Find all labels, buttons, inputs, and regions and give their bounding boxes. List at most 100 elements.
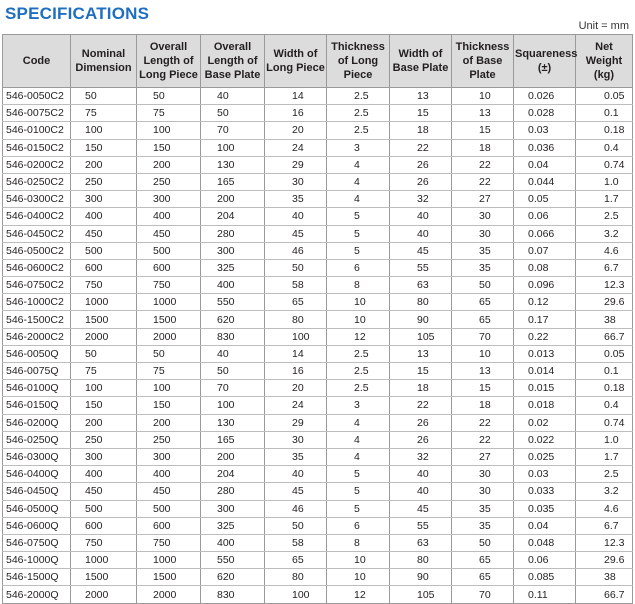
cell-overall-length-long-piece: 450 <box>136 482 201 501</box>
table-row: 546-0200C2 200 200 130 29 4 26 22 0.04 0.74 <box>2 156 633 174</box>
table-row: 546-0400C2 400 400 204 40 5 40 30 0.06 2.5 <box>2 207 633 226</box>
cell-thickness-base-plate: 10 <box>451 87 514 106</box>
cell-thickness-long-piece: 2.5 <box>326 379 390 398</box>
cell-width-base-plate: 13 <box>389 345 452 364</box>
cell-overall-length-base-plate: 325 <box>200 517 265 535</box>
cell-overall-length-base-plate: 550 <box>200 551 265 570</box>
cell-thickness-base-plate: 50 <box>451 534 514 553</box>
cell-overall-length-long-piece: 1000 <box>136 551 201 570</box>
cell-width-long-piece: 14 <box>264 87 327 106</box>
cell-overall-length-long-piece: 300 <box>136 190 201 209</box>
cell-squareness: 0.11 <box>513 585 576 604</box>
cell-width-base-plate: 40 <box>389 465 452 484</box>
cell-overall-length-base-plate: 200 <box>200 448 265 467</box>
cell-nominal-dimension: 500 <box>70 500 137 518</box>
table-row: 546-0450Q 450 450 280 45 5 40 30 0.033 3.2 <box>2 482 633 501</box>
cell-thickness-long-piece: 10 <box>326 310 390 329</box>
header-thickness-base-plate: Thickness of Base Plate <box>451 34 514 88</box>
cell-overall-length-base-plate: 40 <box>200 345 265 364</box>
cell-thickness-long-piece: 5 <box>326 225 390 243</box>
cell-overall-length-long-piece: 500 <box>136 500 201 518</box>
cell-code: 546-0500C2 <box>2 242 71 260</box>
header-width-base-plate: Width of Base Plate <box>389 34 452 88</box>
cell-nominal-dimension: 50 <box>70 87 137 106</box>
table-row: 546-0600C2 600 600 325 50 6 55 35 0.08 6.7 <box>2 259 633 278</box>
cell-overall-length-base-plate: 830 <box>200 585 265 604</box>
cell-nominal-dimension: 150 <box>70 396 137 415</box>
cell-width-long-piece: 50 <box>264 259 327 278</box>
cell-width-long-piece: 35 <box>264 190 327 209</box>
cell-overall-length-base-plate: 280 <box>200 225 265 243</box>
table-row: 546-0250C2 250 250 165 30 4 26 22 0.044 1.0 <box>2 173 633 192</box>
cell-overall-length-long-piece: 750 <box>136 276 201 295</box>
cell-width-base-plate: 13 <box>389 87 452 106</box>
cell-code: 546-0075Q <box>2 362 71 381</box>
cell-thickness-long-piece: 2.5 <box>326 345 390 364</box>
cell-code: 546-0450Q <box>2 482 71 501</box>
cell-width-base-plate: 45 <box>389 500 452 518</box>
cell-net-weight: 1.0 <box>575 431 633 449</box>
cell-width-long-piece: 24 <box>264 139 327 157</box>
cell-width-base-plate: 22 <box>389 139 452 157</box>
cell-thickness-base-plate: 65 <box>451 310 514 329</box>
cell-overall-length-base-plate: 165 <box>200 431 265 449</box>
cell-width-long-piece: 65 <box>264 293 327 312</box>
cell-thickness-long-piece: 4 <box>326 448 390 467</box>
cell-nominal-dimension: 2000 <box>70 328 137 346</box>
cell-overall-length-long-piece: 250 <box>136 431 201 449</box>
cell-overall-length-base-plate: 300 <box>200 500 265 518</box>
cell-squareness: 0.085 <box>513 568 576 587</box>
cell-squareness: 0.02 <box>513 414 576 432</box>
cell-thickness-base-plate: 70 <box>451 328 514 346</box>
cell-overall-length-base-plate: 280 <box>200 482 265 501</box>
cell-width-base-plate: 55 <box>389 517 452 535</box>
cell-squareness: 0.17 <box>513 310 576 329</box>
cell-thickness-long-piece: 2.5 <box>326 121 390 140</box>
cell-thickness-long-piece: 6 <box>326 517 390 535</box>
cell-overall-length-base-plate: 204 <box>200 465 265 484</box>
cell-width-base-plate: 32 <box>389 448 452 467</box>
cell-net-weight: 0.4 <box>575 396 633 415</box>
cell-thickness-base-plate: 15 <box>451 379 514 398</box>
cell-overall-length-long-piece: 2000 <box>136 328 201 346</box>
cell-thickness-long-piece: 5 <box>326 500 390 518</box>
cell-net-weight: 2.5 <box>575 207 633 226</box>
cell-nominal-dimension: 500 <box>70 242 137 260</box>
cell-code: 546-2000Q <box>2 585 71 604</box>
table-row: 546-2000Q 2000 2000 830 100 12 105 70 0.11 66.7 <box>2 585 633 604</box>
cell-thickness-long-piece: 2.5 <box>326 87 390 106</box>
table-row: 546-0050Q 50 50 40 14 2.5 13 10 0.013 0.05 <box>2 345 633 364</box>
cell-overall-length-long-piece: 1000 <box>136 293 201 312</box>
cell-thickness-base-plate: 27 <box>451 190 514 209</box>
cell-code: 546-1500Q <box>2 568 71 587</box>
cell-thickness-long-piece: 10 <box>326 293 390 312</box>
cell-thickness-base-plate: 18 <box>451 396 514 415</box>
cell-width-base-plate: 26 <box>389 156 452 174</box>
cell-net-weight: 0.1 <box>575 104 633 123</box>
cell-code: 546-0050Q <box>2 345 71 364</box>
cell-width-base-plate: 18 <box>389 121 452 140</box>
table-header-row: Code Nominal Dimension Overall Length of… <box>2 34 633 88</box>
cell-nominal-dimension: 200 <box>70 156 137 174</box>
cell-thickness-base-plate: 27 <box>451 448 514 467</box>
cell-code: 546-0600C2 <box>2 259 71 278</box>
cell-width-base-plate: 40 <box>389 225 452 243</box>
cell-overall-length-base-plate: 130 <box>200 156 265 174</box>
cell-overall-length-base-plate: 100 <box>200 396 265 415</box>
cell-net-weight: 38 <box>575 310 633 329</box>
cell-net-weight: 1.7 <box>575 448 633 467</box>
cell-nominal-dimension: 1000 <box>70 293 137 312</box>
cell-overall-length-long-piece: 300 <box>136 448 201 467</box>
cell-squareness: 0.035 <box>513 500 576 518</box>
cell-nominal-dimension: 50 <box>70 345 137 364</box>
cell-overall-length-base-plate: 200 <box>200 190 265 209</box>
cell-overall-length-base-plate: 620 <box>200 310 265 329</box>
cell-thickness-base-plate: 22 <box>451 414 514 432</box>
cell-code: 546-0250Q <box>2 431 71 449</box>
cell-overall-length-long-piece: 50 <box>136 345 201 364</box>
cell-thickness-base-plate: 30 <box>451 482 514 501</box>
cell-width-base-plate: 55 <box>389 259 452 278</box>
cell-thickness-long-piece: 4 <box>326 414 390 432</box>
cell-net-weight: 4.6 <box>575 500 633 518</box>
cell-width-base-plate: 22 <box>389 396 452 415</box>
